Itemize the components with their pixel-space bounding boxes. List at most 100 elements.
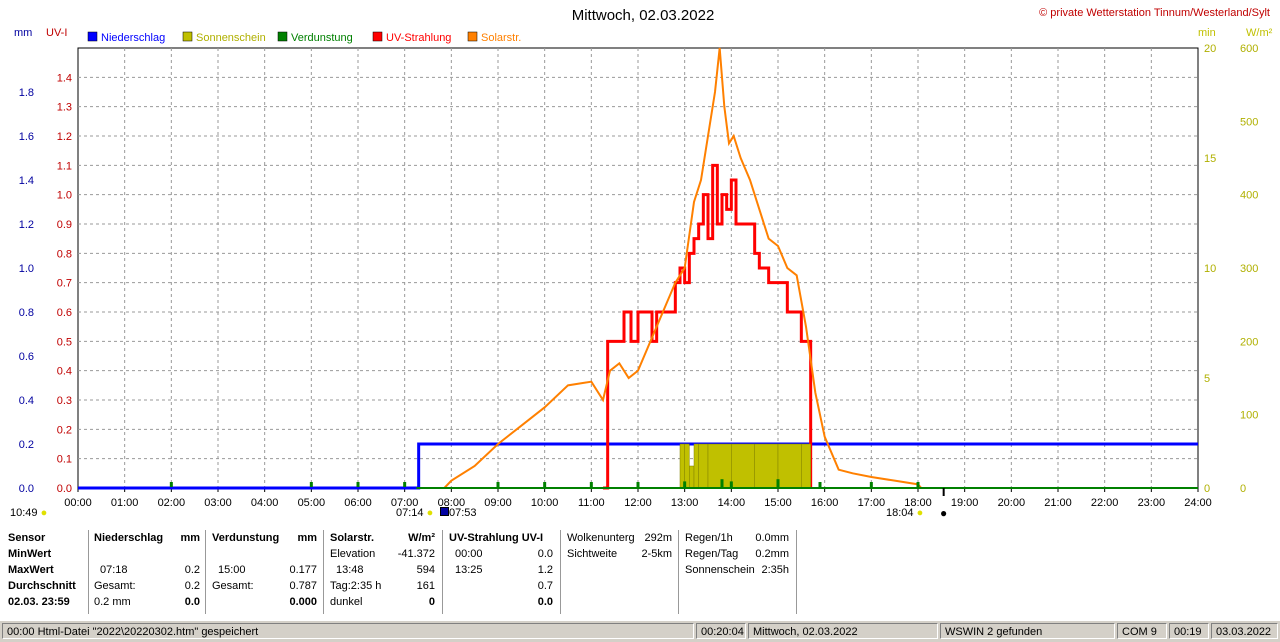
wolken-label: Wolkenunterg <box>567 532 635 544</box>
uv-tick-label: 0.5 <box>57 336 72 348</box>
verdunstung-max-time: 15:00 <box>218 564 246 576</box>
row-date: 02.03. 23:59 <box>8 596 70 608</box>
niederschlag-max-time: 07:18 <box>100 564 128 576</box>
solar-elev-label: Elevation <box>330 548 376 560</box>
solar-column: Solarstr. W/m² Elevation -41.372 13:48 594 … <box>330 530 435 610</box>
niederschlag-total: 0.0 <box>184 596 200 608</box>
uv-avg: 0.7 <box>537 580 553 592</box>
uv-tick-label: 0.0 <box>57 483 72 495</box>
verdunstung-gesamt-label: Gesamt: <box>212 580 254 592</box>
legend: Niederschlag Sonnenschein Verdunstung UV-St… <box>87 31 521 44</box>
regen1h-value: 0.0mm <box>755 532 789 544</box>
x-tick-label: 12:00 <box>624 497 652 509</box>
legend-label: Sonnenschein <box>196 32 266 44</box>
uv-tick-label: 0.3 <box>57 395 72 407</box>
uv-tick-label: 0.2 <box>57 424 72 436</box>
sunshine-bar <box>801 443 811 489</box>
sunshine-bar <box>707 443 732 489</box>
wm2-tick-label: 0 <box>1240 483 1246 495</box>
niederschlag-avg: 0.2 mm <box>94 596 131 608</box>
rain-column: Regen/1h 0.0mm Regen/Tag 0.2mm Sonnenschei… <box>685 530 789 578</box>
status-file: 00:00 Html-Datei "2022\20220302.htm" ges… <box>2 623 694 639</box>
x-tick-label: 22:00 <box>1091 497 1119 509</box>
legend-label: Solarstr. <box>481 32 521 44</box>
uv-tick-label: 0.6 <box>57 307 72 319</box>
solar-elev: -41.372 <box>397 548 435 560</box>
mm-tick-label: 0.0 <box>19 483 34 495</box>
x-tick-label: 11:00 <box>578 497 605 509</box>
verdunstung-unit: mm <box>297 532 317 544</box>
x-tick-label: 16:00 <box>811 497 839 509</box>
uv-tick-label: 0.4 <box>57 366 72 378</box>
x-tick-label: 13:00 <box>671 497 699 509</box>
wm2-tick-label: 300 <box>1240 263 1258 275</box>
niederschlag-header: Niederschlag <box>94 532 164 544</box>
x-tick-label: 10:00 <box>531 497 559 509</box>
sonnenschein-label: Sonnenschein <box>685 564 755 576</box>
x-tick-label: 14:00 <box>718 497 746 509</box>
x-tick-label: 23:00 <box>1138 497 1166 509</box>
status-wswin: WSWIN 2 gefunden <box>940 623 1115 639</box>
uv-tick-label: 1.4 <box>57 72 72 84</box>
solar-header: Solarstr. <box>330 532 375 544</box>
wm2-tick-label: 200 <box>1240 336 1258 348</box>
copyright-text: © private Wetterstation Tinnum/Westerlan… <box>1039 7 1270 19</box>
status-bar: 00:00 Html-Datei "2022\20220302.htm" ges… <box>0 620 1280 642</box>
row-maxwert: MaxWert <box>8 564 54 576</box>
chart-title: Mittwoch, 02.03.2022 <box>572 7 715 24</box>
x-tick-label: 03:00 <box>204 497 232 509</box>
row-durchschnitt: Durchschnitt <box>8 580 76 592</box>
uv-tick-label: 0.7 <box>57 278 72 290</box>
status-today: 03.03.2022 <box>1211 623 1278 639</box>
divider <box>323 530 324 614</box>
sun-icon: ● <box>40 507 48 519</box>
niederschlag-max: 0.2 <box>184 564 200 576</box>
uv-min-time: 00:00 <box>455 548 483 560</box>
status-date: Mittwoch, 02.03.2022 <box>748 623 938 639</box>
sunrise-marker: 07:14 ● <box>396 507 434 519</box>
solar-max: 594 <box>416 564 435 576</box>
legend-swatch <box>87 31 98 42</box>
niederschlag-unit: mm <box>180 532 200 544</box>
uv-header: UV-Strahlung UV-I <box>449 532 544 544</box>
divider <box>560 530 561 614</box>
cloud-column: Wolkenunterg 292m Sichtweite 2-5km <box>567 530 672 562</box>
legend-label: Niederschlag <box>101 32 165 44</box>
sunshine-bar <box>731 443 755 489</box>
min-tick-label: 20 <box>1204 43 1216 55</box>
sensor-header: Sensor <box>8 532 46 544</box>
sunshine-bar <box>698 443 709 489</box>
flag-icon <box>440 507 449 516</box>
x-tick-label: 09:00 <box>484 497 512 509</box>
sonnenschein-value: 2:35h <box>761 564 789 576</box>
x-tick-label: 24:00 <box>1184 497 1212 509</box>
x-tick-label: 02:00 <box>158 497 186 509</box>
min-tick-label: 0 <box>1204 483 1210 495</box>
mm-tick-label: 0.6 <box>19 351 34 363</box>
wm2-tick-label: 100 <box>1240 410 1258 422</box>
uv-max-time: 13:25 <box>455 564 483 576</box>
mm-tick-label: 1.6 <box>19 131 34 143</box>
evaporation-bar <box>720 479 724 488</box>
wm2-tick-label: 400 <box>1240 190 1258 202</box>
sensor-column: Sensor MinWert MaxWert Durchschnitt 02.0… <box>8 530 88 610</box>
solar-total: 0 <box>428 596 435 608</box>
legend-swatch <box>277 31 288 42</box>
status-com: COM 9 <box>1117 623 1167 639</box>
sunshine-bar <box>693 443 699 489</box>
sicht-value: 2-5km <box>641 548 672 560</box>
weather-chart: Mittwoch, 02.03.2022 © private Wettersta… <box>14 7 1273 509</box>
status-time: 00:20:04 <box>696 623 746 639</box>
verdunstung-max: 0.177 <box>289 564 317 576</box>
uv-tick-label: 0.1 <box>57 454 72 466</box>
verdunstung-total: 0.000 <box>289 596 317 608</box>
sunset-icon: ● <box>916 507 924 519</box>
sunshine-bar <box>689 465 695 489</box>
sunset-marker: 18:04 ● <box>886 507 924 519</box>
axis-unit-uv: UV-I <box>46 27 67 39</box>
sunshine-bar <box>777 443 802 489</box>
regentag-value: 0.2mm <box>755 548 789 560</box>
sunshine-bar <box>754 443 779 489</box>
axis-unit-wm2: W/m² <box>1246 27 1273 39</box>
wolken-value: 292m <box>644 532 672 544</box>
